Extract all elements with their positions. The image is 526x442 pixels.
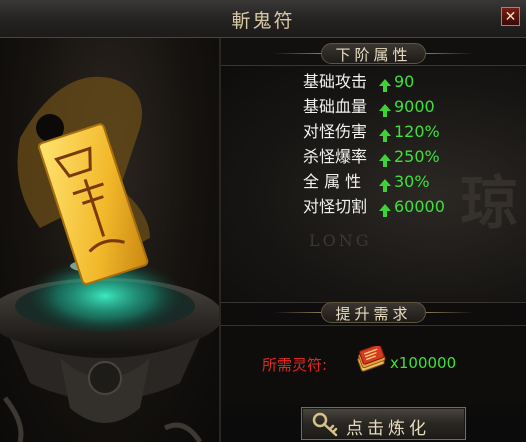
window-title: 斬鬼符 xyxy=(231,10,295,32)
key-icon xyxy=(312,412,338,437)
attribute-row: 基础攻击 90 xyxy=(303,68,415,92)
up-arrow-icon xyxy=(379,104,391,117)
attribute-name: 杀怪爆率 xyxy=(303,147,368,166)
attribute-name: 基础血量 xyxy=(303,97,368,116)
attribute-value: 30% xyxy=(394,172,430,191)
attribute-row: 杀怪爆率 250% xyxy=(303,143,440,167)
attribute-name: 对怪伤害 xyxy=(303,122,368,141)
attribute-value: 90 xyxy=(394,72,415,91)
info-panel: 下阶属性 琼 LONG 基础攻击 90 基础血量 9000 对怪伤害 120% 杀怪爆… xyxy=(221,38,526,442)
requirement-header: 提升需求 xyxy=(221,301,526,325)
talisman-bundle-icon xyxy=(357,346,386,372)
title-bar: 斬鬼符 ✕ xyxy=(0,0,526,38)
attribute-row: 基础血量 9000 xyxy=(303,93,435,117)
up-arrow-icon xyxy=(379,179,391,192)
attribute-value: 250% xyxy=(394,147,440,166)
attributes-header-label: 下阶属性 xyxy=(335,46,412,64)
attribute-row: 全 属 性 30% xyxy=(303,168,430,192)
attribute-row: 对怪伤害 120% xyxy=(303,118,440,142)
up-arrow-icon xyxy=(379,154,391,167)
attributes-list: 琼 LONG 基础攻击 90 基础血量 9000 对怪伤害 120% 杀怪爆率 250%… xyxy=(221,65,526,303)
watermark-text: LONG xyxy=(309,231,372,250)
talisman-preview xyxy=(0,38,221,442)
up-arrow-icon xyxy=(379,79,391,92)
up-arrow-icon xyxy=(379,129,391,142)
talisman-artwork xyxy=(0,76,219,442)
attributes-header: 下阶属性 xyxy=(221,42,526,66)
requirement-label: 所需灵符: xyxy=(262,356,328,374)
refine-button-label: 点击炼化 xyxy=(346,419,430,439)
requirement-box: 所需灵符: x100000 xyxy=(221,325,526,405)
talisman-window: 斬鬼符 ✕ 下阶属性 琼 LONG 基础攻击 90 基础血量 9000 对怪伤害… xyxy=(0,0,526,442)
requirement-header-label: 提升需求 xyxy=(335,305,412,323)
attribute-value: 60000 xyxy=(394,197,445,216)
refine-button[interactable]: 点击炼化 xyxy=(301,407,466,440)
up-arrow-icon xyxy=(379,204,391,217)
attribute-name: 全 属 性 xyxy=(303,172,362,191)
attribute-value: 9000 xyxy=(394,97,435,116)
requirement-value: x100000 xyxy=(390,354,457,372)
attribute-value: 120% xyxy=(394,122,440,141)
close-button[interactable]: ✕ xyxy=(501,7,520,26)
attribute-row: 对怪切割 60000 xyxy=(303,193,445,217)
attribute-name: 基础攻击 xyxy=(303,72,368,91)
watermark-glyph: 琼 xyxy=(459,169,518,237)
attribute-name: 对怪切割 xyxy=(303,197,368,216)
